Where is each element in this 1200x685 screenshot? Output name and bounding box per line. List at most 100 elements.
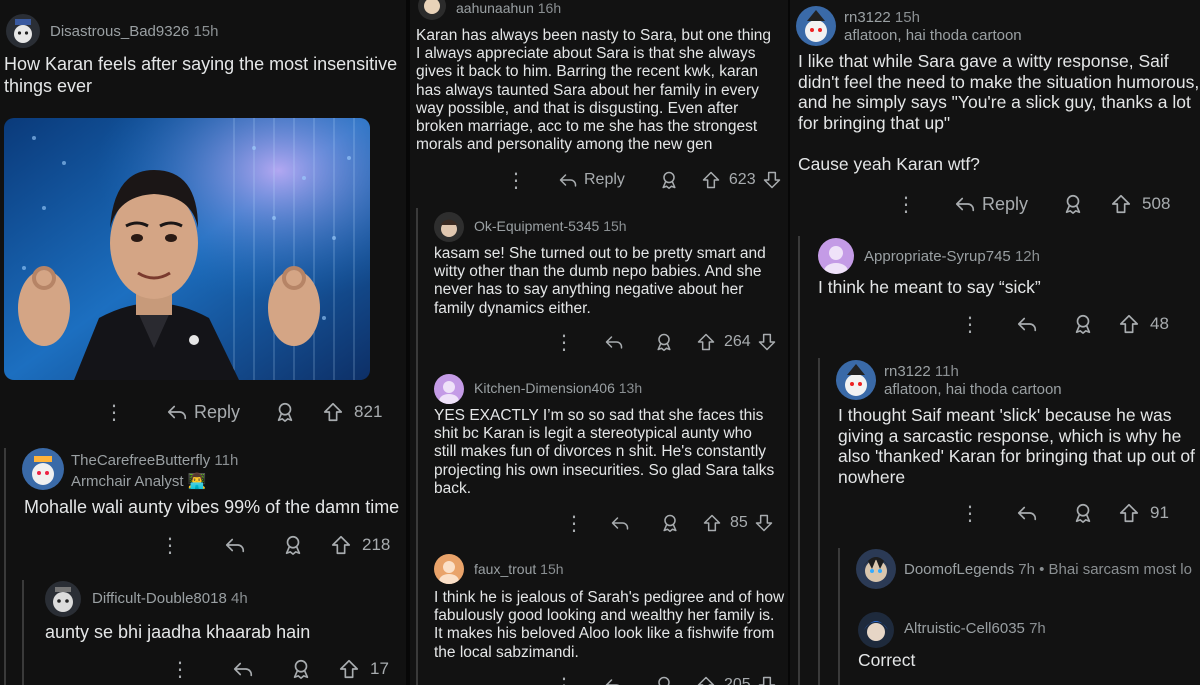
reply-icon[interactable] (224, 534, 246, 556)
username[interactable]: rn3122 (844, 9, 891, 26)
timestamp: 11h (214, 452, 239, 469)
reply-icon (166, 401, 188, 423)
upvote-icon[interactable] (330, 534, 352, 556)
comment-text: I think he meant to say “sick” (818, 277, 1041, 297)
upvote-icon[interactable] (338, 658, 360, 680)
award-icon[interactable] (1072, 502, 1094, 524)
award-icon[interactable] (654, 332, 674, 352)
downvote-icon[interactable] (762, 170, 782, 190)
award-icon[interactable] (1072, 313, 1094, 335)
comment-meta: rn3122 11h (884, 363, 959, 380)
comment-actions: ⋮ 91 (960, 500, 1198, 526)
reply-icon[interactable] (1016, 502, 1038, 524)
upvote-icon[interactable] (701, 170, 721, 190)
more-options-button[interactable]: ⋮ (160, 533, 182, 558)
comment-text: I think he is jealous of Sarah's pedigre… (434, 589, 785, 661)
comment-column-2: aahunaahun 16h Karan has always been nas… (410, 0, 790, 685)
thread-line[interactable] (838, 548, 840, 685)
user-avatar[interactable] (45, 581, 81, 617)
reply-label: Reply (982, 193, 1029, 214)
reply-button[interactable]: Reply (558, 170, 625, 190)
username[interactable]: TheCarefreeButterfly (71, 452, 210, 469)
reply-button[interactable]: Reply (166, 401, 240, 423)
upvote-icon[interactable] (1110, 193, 1132, 215)
upvote-icon[interactable] (702, 513, 722, 533)
username[interactable]: aahunaahun (456, 0, 534, 16)
comment-text: kasam se! She turned out to be pretty sm… (434, 245, 766, 317)
timestamp: 15h (193, 23, 219, 40)
username[interactable]: Appropriate-Syrup745 (864, 248, 1011, 265)
award-icon[interactable] (654, 675, 674, 685)
more-options-button[interactable]: ⋮ (170, 657, 192, 682)
more-options-button[interactable]: ⋮ (506, 168, 526, 193)
comment-text: How Karan feels after saying the most in… (4, 54, 398, 96)
comment-text: I thought Saif meant 'slick' because he … (838, 405, 1195, 487)
user-avatar[interactable] (418, 0, 446, 20)
username[interactable]: faux_trout (474, 561, 536, 577)
user-avatar[interactable] (22, 448, 64, 490)
vote-count: 48 (1150, 314, 1169, 333)
vote-count: 821 (354, 402, 383, 421)
thread-line[interactable] (22, 580, 24, 685)
user-avatar[interactable] (818, 238, 854, 274)
username[interactable]: Ok-Equipment-5345 (474, 218, 599, 234)
reply-icon[interactable] (604, 675, 624, 685)
timestamp: 7h (1018, 561, 1035, 578)
user-avatar[interactable] (836, 360, 876, 400)
upvote-icon[interactable] (322, 401, 344, 423)
reply-label: Reply (194, 401, 241, 422)
more-options-button[interactable]: ⋮ (104, 400, 126, 425)
more-options-button[interactable]: ⋮ (896, 192, 916, 217)
more-options-button[interactable]: ⋮ (960, 312, 980, 337)
vote-count: 218 (362, 535, 391, 554)
username[interactable]: Difficult-Double8018 (92, 590, 227, 607)
user-avatar[interactable] (796, 6, 836, 46)
more-options-button[interactable]: ⋮ (554, 330, 574, 355)
user-avatar[interactable] (6, 14, 40, 48)
user-avatar[interactable] (434, 554, 464, 584)
downvote-icon[interactable] (754, 513, 774, 533)
more-options-button[interactable]: ⋮ (960, 501, 980, 526)
user-avatar[interactable] (856, 549, 896, 589)
username[interactable]: Disastrous_Bad9326 (50, 23, 189, 40)
downvote-icon[interactable] (757, 332, 777, 352)
user-avatar[interactable] (434, 374, 464, 404)
user-flair: Armchair Analyst 👨‍💻 (71, 473, 207, 490)
award-icon[interactable] (1062, 193, 1084, 215)
username[interactable]: DoomofLegends (904, 561, 1014, 578)
thread-line[interactable] (4, 448, 6, 685)
username[interactable]: rn3122 (884, 363, 931, 380)
reply-button[interactable]: Reply (954, 193, 1028, 215)
timestamp: 13h (618, 380, 643, 396)
reply-icon[interactable] (232, 658, 254, 680)
reply-icon[interactable] (604, 332, 624, 352)
upvote-icon[interactable] (1118, 313, 1140, 335)
username[interactable]: Kitchen-Dimension406 (474, 380, 615, 396)
reply-icon[interactable] (1016, 313, 1038, 335)
award-icon[interactable] (290, 658, 312, 680)
vote-count: 264 (724, 333, 751, 350)
user-avatar[interactable] (858, 612, 894, 648)
upvote-icon[interactable] (1118, 502, 1140, 524)
user-avatar[interactable] (434, 212, 464, 242)
downvote-icon[interactable] (757, 675, 777, 685)
timestamp: 4h (230, 590, 248, 607)
more-options-button[interactable]: ⋮ (554, 673, 574, 685)
more-options-button[interactable]: ⋮ (564, 511, 584, 536)
karan-meme-image[interactable] (4, 118, 370, 380)
comment-text: I like that while Sara gave a witty resp… (798, 51, 1200, 174)
thread-line[interactable] (818, 358, 820, 685)
award-icon[interactable] (660, 513, 680, 533)
award-icon[interactable] (659, 170, 679, 190)
username[interactable]: Altruistic-Cell6035 (904, 620, 1025, 637)
reply-icon[interactable] (610, 513, 630, 533)
thread-line[interactable] (416, 208, 418, 685)
upvote-icon[interactable] (696, 675, 716, 685)
thread-line[interactable] (798, 236, 800, 685)
comment-meta: Disastrous_Bad9326 15h (50, 23, 218, 40)
upvote-icon[interactable] (696, 332, 716, 352)
award-icon[interactable] (282, 534, 304, 556)
award-icon[interactable] (274, 401, 296, 423)
vote-control: 821 (322, 401, 382, 423)
vote-count: 85 (730, 514, 748, 531)
